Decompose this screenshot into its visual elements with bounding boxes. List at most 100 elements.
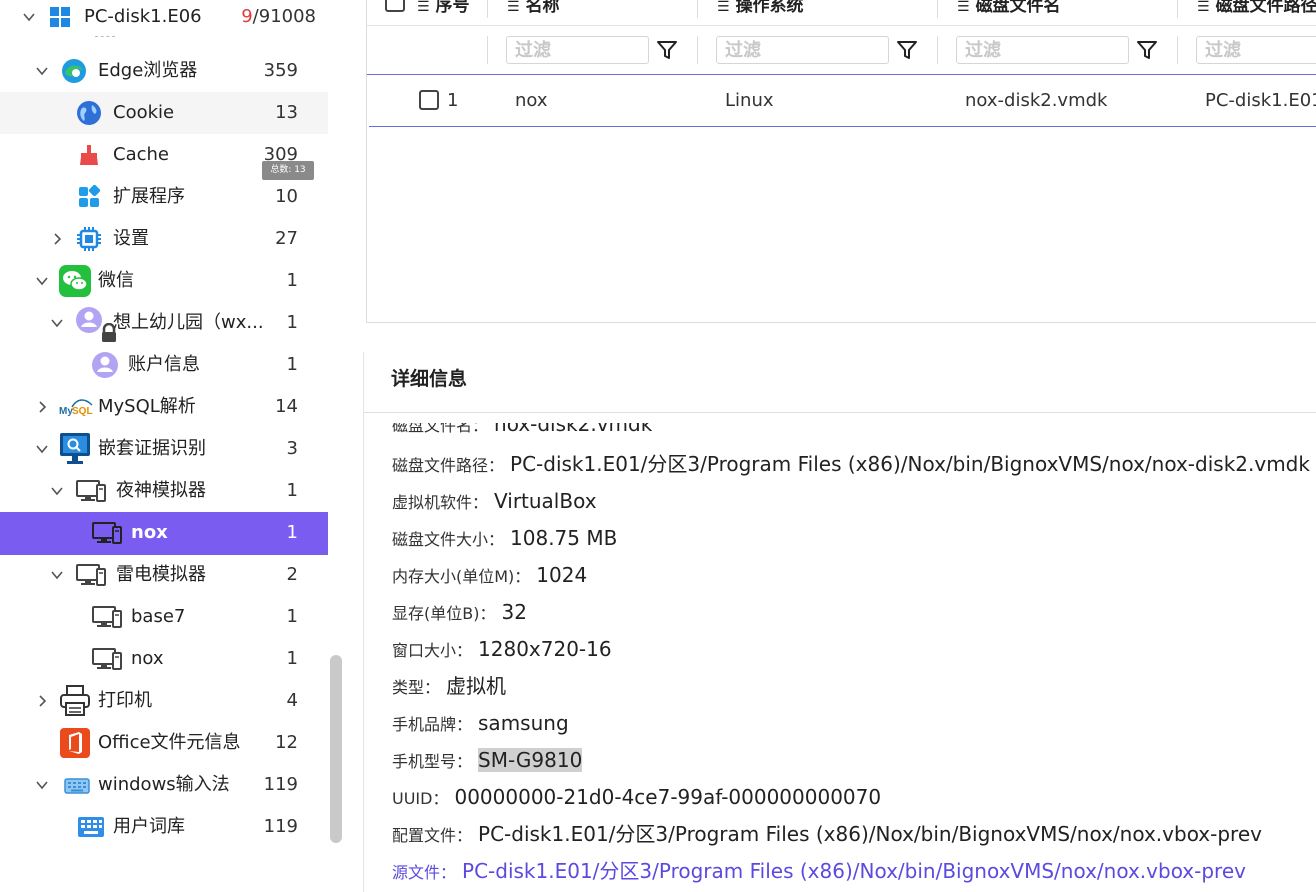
chevron-down-icon[interactable] [33,62,51,80]
table-row[interactable]: 1 nox Linux nox-disk2.vmdk PC-disk1.E01 [369,74,1316,127]
detail-field-phone-model: 手机型号： SM-G9810 [392,748,583,772]
tree-item-wechat-account[interactable]: 想上幼儿园（wx... 1 [0,302,328,344]
tree-item-nox[interactable]: nox 1 [0,638,328,680]
chevron-down-icon[interactable] [48,566,66,584]
column-separator [487,36,488,64]
column-header-disk-path[interactable]: ☰ 磁盘文件路径 [1197,0,1316,18]
filter-input-os[interactable]: 过滤 [716,36,889,64]
tree-item-label: Edge浏览器 [98,60,198,81]
tree-item-label: Cache [113,144,169,165]
tree-item-wechat[interactable]: 微信 1 [0,260,328,302]
tree-item-extensions[interactable]: 扩展程序 10 [0,176,328,218]
chevron-down-icon[interactable] [48,482,66,500]
list-icon: ☰ [957,0,970,15]
column-separator[interactable] [1177,0,1178,18]
tree-item-account-info[interactable]: 账户信息 1 [0,344,328,386]
tree-item-count: 1 [286,648,298,669]
computer-icon [76,476,106,506]
detail-field-uuid: UUID： 00000000-21d0-4ce7-99af-00000000007… [392,785,882,809]
cell-index: 1 [447,90,459,111]
column-separator[interactable] [937,0,938,18]
tree-item-count: 1 [286,480,298,501]
tree-item-cookie[interactable]: Cookie 13 [0,92,328,134]
tree-item-user-dictionary[interactable]: 用户词库 119 [0,806,328,848]
tree-item-windows-ime[interactable]: windows输入法 119 [0,764,328,806]
user-icon [90,350,120,380]
tree-item-count: 27 [275,228,298,249]
partial-row-divider [95,36,115,41]
chevron-down-icon[interactable] [33,440,51,458]
detail-field-type: 类型： 虚拟机 [392,674,507,698]
chevron-down-icon[interactable] [33,272,51,290]
monitor-search-icon [59,432,91,466]
tree-item-label: 微信 [98,270,134,291]
wechat-icon [59,265,91,297]
column-separator [697,36,698,64]
column-header-index[interactable]: ☰ 序号 [417,0,470,18]
computer-icon [92,602,122,632]
tree-item-mysql[interactable]: My SQL MySQL解析 14 [0,386,328,428]
column-separator[interactable] [697,0,698,18]
computer-icon [92,644,122,674]
svg-text:SQL: SQL [72,406,93,417]
tree-item-count: 10 [275,186,298,207]
tree-item-office[interactable]: Office文件元信息 12 [0,722,328,764]
filter-icon[interactable] [1135,38,1159,62]
detail-fields: 磁盘文件名： nox-disk2.vmdk 磁盘文件路径： PC-disk1.E01… [364,413,1316,883]
chevron-down-icon[interactable] [48,314,66,332]
tree-item-nox-selected[interactable]: nox 1 [0,512,328,555]
tree-scrollbar[interactable] [330,655,342,843]
tree-item-count: 12 [275,732,298,753]
filter-input-disk-path[interactable]: 过滤 [1196,36,1316,64]
column-header-disk-file[interactable]: ☰ 磁盘文件名 [957,0,1061,18]
filter-icon[interactable] [895,38,919,62]
tree-item-printer[interactable]: 打印机 4 [0,680,328,722]
detail-field-window-size: 窗口大小： 1280x720-16 [392,637,612,661]
tree-item-count: 1 [286,354,298,375]
filter-icon[interactable] [655,38,679,62]
detail-field-disk-path: 磁盘文件路径： PC-disk1.E01/分区3/Program Files (x… [392,452,1310,476]
chip-settings-icon [74,224,104,254]
tree-item-label: 账户信息 [128,354,200,375]
tree-item-edge[interactable]: Edge浏览器 359 [0,50,328,92]
column-header-name[interactable]: ☰ 名称 [507,0,560,18]
filter-input-name[interactable]: 过滤 [506,36,649,64]
tree-item-ldplayer[interactable]: 雷电模拟器 2 [0,554,328,596]
tree-item-label: 设置 [113,228,149,249]
computer-icon [92,518,122,548]
windows-icon [45,2,75,32]
column-header-os[interactable]: ☰ 操作系统 [717,0,804,18]
detail-field-source-file[interactable]: 源文件： PC-disk1.E01/分区3/Program Files (x86)… [392,856,1246,883]
chevron-right-icon[interactable] [33,398,51,416]
chevron-down-icon[interactable] [20,8,38,26]
detail-panel: 详细信息 磁盘文件名： nox-disk2.vmdk 磁盘文件路径： PC-disk… [363,352,1316,892]
tree-item-label: 打印机 [98,690,152,711]
tree-item-label: 夜神模拟器 [116,480,206,501]
row-checkbox[interactable] [419,90,439,110]
source-file-link: PC-disk1.E01/分区3/Program Files (x86)/Nox… [462,859,1246,883]
tree-item-nox-emulator[interactable]: 夜神模拟器 1 [0,470,328,512]
tree-item-count: 14 [275,396,298,417]
list-icon: ☰ [717,0,730,15]
tree-item-count: 1 [286,606,298,627]
tree-item-count: 119 [263,774,298,795]
list-icon: ☰ [417,0,430,15]
chevron-right-icon[interactable] [48,230,66,248]
tree-item-label: Office文件元信息 [98,732,241,753]
tree-item-nested-evidence[interactable]: 嵌套证据识别 3 [0,428,328,470]
detail-field-disk-size: 磁盘文件大小： 108.75 MB [392,526,618,550]
tree-item-label: PC-disk1.E06 [84,6,202,27]
chevron-right-icon[interactable] [33,692,51,710]
detail-field-vram: 显存(单位B)： 32 [392,600,527,624]
list-icon: ☰ [1197,0,1210,15]
evidence-tree: PC-disk1.E06 9/91008 Edge浏览器 359 Cookie … [0,0,348,874]
chevron-down-icon[interactable] [33,776,51,794]
tree-item-pc-disk1[interactable]: PC-disk1.E06 9/91008 [0,0,328,38]
filter-input-disk-file[interactable]: 过滤 [956,36,1129,64]
tree-item-base7[interactable]: base7 1 [0,596,328,638]
column-separator[interactable] [487,0,488,18]
tree-item-count: 1 [286,522,298,543]
tree-item-count: 2 [286,564,298,585]
select-all-checkbox[interactable] [385,0,405,12]
tree-item-settings[interactable]: 设置 27 [0,218,328,260]
